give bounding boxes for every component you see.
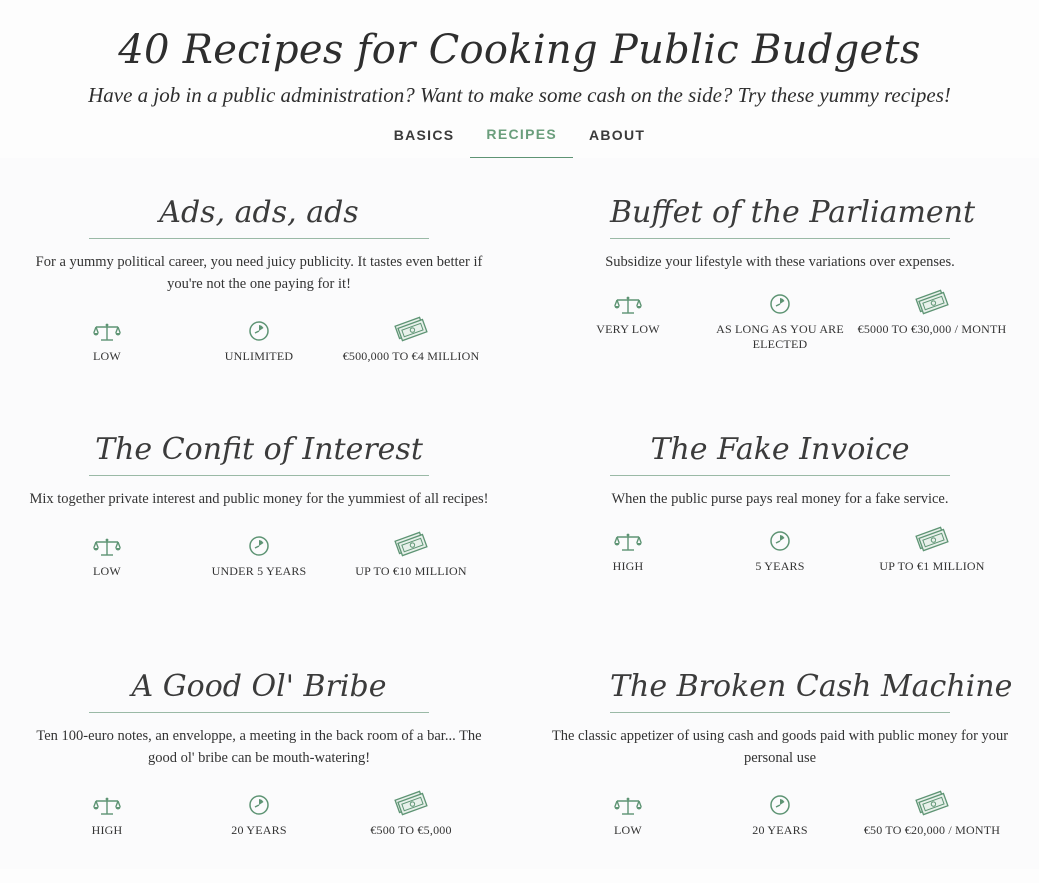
amount-label: UP TO €10 MILLION xyxy=(355,564,467,578)
duration-label: UNDER 5 YEARS xyxy=(211,564,307,578)
amount-stat: €500,000 TO €4 MILLION xyxy=(335,314,487,364)
recipe-grid: Ads, ads, ads For a yummy political care… xyxy=(0,158,1039,869)
tab-about[interactable]: ABOUT xyxy=(573,121,661,158)
clock-icon xyxy=(248,788,270,816)
risk-label: HIGH xyxy=(612,559,644,573)
recipe-description: Subsidize your lifestyle with these vari… xyxy=(605,254,955,270)
banknotes-icon xyxy=(915,287,949,315)
recipe-stats: LOW UNDER 5 YEARS UP TO €10 MILLION xyxy=(31,529,487,579)
recipe-stats: LOW UNLIMITED €500,000 TO €4 MILLION xyxy=(31,314,487,364)
recipe-title: A Good Ol' Bribe xyxy=(131,669,387,704)
duration-stat: UNLIMITED xyxy=(183,314,335,364)
risk-stat: HIGH xyxy=(31,788,183,838)
recipe-stats: HIGH 20 YEARS €500 TO €5,000 xyxy=(31,788,487,838)
amount-label: €500 TO €5,000 xyxy=(370,823,452,837)
risk-label: LOW xyxy=(93,564,121,578)
risk-stat: LOW xyxy=(31,529,183,579)
banknotes-icon xyxy=(915,788,949,816)
duration-label: 5 YEARS xyxy=(755,559,805,573)
main-nav: BASICS RECIPES ABOUT xyxy=(0,121,1039,161)
risk-stat: HIGH xyxy=(552,524,704,574)
scales-icon xyxy=(93,529,121,557)
recipe-stats: HIGH 5 YEARS UP TO €1 MILLION xyxy=(552,524,1008,574)
duration-label: 20 YEARS xyxy=(752,823,808,837)
banknotes-icon xyxy=(915,524,949,552)
banknotes-icon xyxy=(394,529,428,557)
duration-stat: 5 YEARS xyxy=(704,524,856,574)
amount-stat: UP TO €10 MILLION xyxy=(335,529,487,579)
amount-stat: UP TO €1 MILLION xyxy=(856,524,1008,574)
recipe-stats: LOW 20 YEARS €50 TO €20,000 / MONTH xyxy=(552,788,1008,838)
duration-stat: AS LONG AS YOU ARE ELECTED xyxy=(704,287,856,352)
amount-label: €50 TO €20,000 / MONTH xyxy=(863,823,1001,837)
title-divider xyxy=(89,712,429,713)
recipe-title: The Broken Cash Machine xyxy=(610,669,1013,704)
title-divider xyxy=(610,712,950,713)
title-divider xyxy=(89,238,429,239)
recipe-title: The Confit of Interest xyxy=(95,432,423,467)
recipe-stats: VERY LOW AS LONG AS YOU ARE ELECTED €500… xyxy=(552,287,1008,352)
clock-icon xyxy=(248,314,270,342)
banknotes-icon xyxy=(394,788,428,816)
banknotes-icon xyxy=(394,314,428,342)
recipe-card[interactable]: The Fake Invoice When the public purse p… xyxy=(521,395,1039,632)
duration-stat: UNDER 5 YEARS xyxy=(183,529,335,579)
amount-stat: €5000 TO €30,000 / MONTH xyxy=(856,287,1008,352)
risk-label: LOW xyxy=(93,349,121,363)
recipe-title: Ads, ads, ads xyxy=(159,195,359,230)
risk-stat: LOW xyxy=(31,314,183,364)
risk-label: HIGH xyxy=(91,823,123,837)
amount-stat: €500 TO €5,000 xyxy=(335,788,487,838)
duration-label: 20 YEARS xyxy=(231,823,287,837)
recipe-description: Ten 100-euro notes, an enveloppe, a meet… xyxy=(36,728,482,766)
scales-icon xyxy=(93,788,121,816)
risk-stat: VERY LOW xyxy=(552,287,704,352)
duration-label: AS LONG AS YOU ARE ELECTED xyxy=(716,322,844,351)
site-title: 40 Recipes for Cooking Public Budgets xyxy=(118,27,921,73)
risk-label: VERY LOW xyxy=(596,322,660,336)
recipe-description: For a yummy political career, you need j… xyxy=(35,254,483,292)
site-header: 40 Recipes for Cooking Public Budgets Ha… xyxy=(0,0,1039,161)
recipe-description: When the public purse pays real money fo… xyxy=(611,491,949,507)
amount-label: €500,000 TO €4 MILLION xyxy=(342,349,480,363)
recipe-title: The Fake Invoice xyxy=(650,432,910,467)
recipe-card[interactable]: The Broken Cash Machine The classic appe… xyxy=(521,632,1039,869)
tab-basics[interactable]: BASICS xyxy=(378,121,471,158)
title-divider xyxy=(89,475,429,476)
scales-icon xyxy=(614,524,642,552)
recipe-card[interactable]: Ads, ads, ads For a yummy political care… xyxy=(0,158,518,395)
scales-icon xyxy=(614,287,642,315)
duration-stat: 20 YEARS xyxy=(183,788,335,838)
recipe-card[interactable]: A Good Ol' Bribe Ten 100-euro notes, an … xyxy=(0,632,518,869)
amount-label: UP TO €1 MILLION xyxy=(879,559,985,573)
recipe-card[interactable]: The Confit of Interest Mix together priv… xyxy=(0,395,518,632)
scales-icon xyxy=(93,314,121,342)
recipe-title: Buffet of the Parliament xyxy=(610,195,976,230)
title-divider xyxy=(610,238,950,239)
tab-recipes[interactable]: RECIPES xyxy=(470,121,573,160)
amount-stat: €50 TO €20,000 / MONTH xyxy=(856,788,1008,838)
recipe-description: The classic appetizer of using cash and … xyxy=(551,728,1009,766)
clock-icon xyxy=(769,788,791,816)
clock-icon xyxy=(248,529,270,557)
clock-icon xyxy=(769,524,791,552)
recipe-description: Mix together private interest and public… xyxy=(29,491,489,507)
title-divider xyxy=(610,475,950,476)
duration-label: UNLIMITED xyxy=(224,349,294,363)
site-subtitle: Have a job in a public administration? W… xyxy=(88,83,951,107)
risk-stat: LOW xyxy=(552,788,704,838)
risk-label: LOW xyxy=(614,823,642,837)
duration-stat: 20 YEARS xyxy=(704,788,856,838)
amount-label: €5000 TO €30,000 / MONTH xyxy=(857,322,1007,336)
scales-icon xyxy=(614,788,642,816)
clock-icon xyxy=(769,287,791,315)
recipe-card[interactable]: Buffet of the Parliament Subsidize your … xyxy=(521,158,1039,395)
